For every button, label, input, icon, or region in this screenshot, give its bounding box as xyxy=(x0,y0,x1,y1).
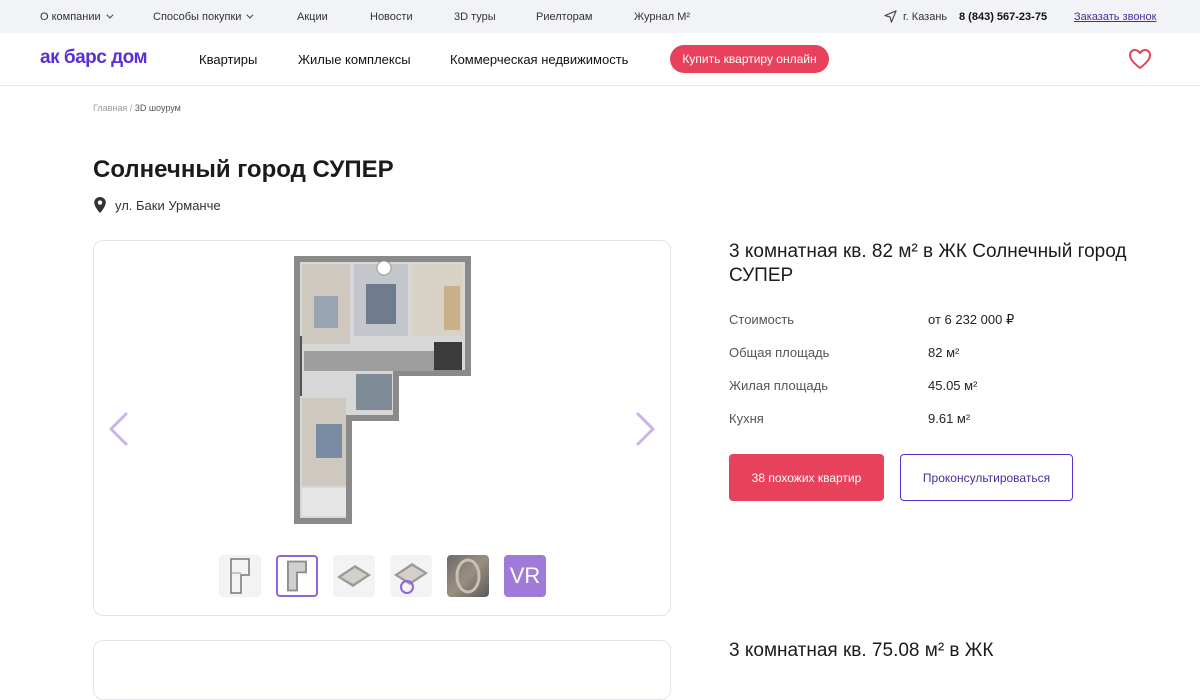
nav-apartments[interactable]: Квартиры xyxy=(199,33,257,86)
nav-commercial[interactable]: Коммерческая недвижимость xyxy=(450,33,628,86)
thumbnail-strip: VR xyxy=(219,555,546,597)
detail-value: 82 м² xyxy=(928,345,960,360)
topbar-item-realtors[interactable]: Риелторам xyxy=(536,0,592,33)
similar-apartments-button[interactable]: 38 похожих квартир xyxy=(729,454,884,501)
breadcrumb-home[interactable]: Главная xyxy=(93,103,127,113)
breadcrumb-separator: / xyxy=(129,103,133,113)
thumbnail-photo-interior[interactable] xyxy=(447,555,489,597)
topbar-item-label: О компании xyxy=(40,10,101,23)
topbar-item-label: Способы покупки xyxy=(153,10,242,23)
detail-value: 9.61 м² xyxy=(928,411,971,426)
breadcrumb-current: 3D шоурум xyxy=(134,103,181,113)
favorites-heart-icon[interactable] xyxy=(1128,48,1152,70)
address: ул. Баки Урманче xyxy=(93,196,221,214)
chevron-down-icon xyxy=(106,11,114,19)
thumbnail-vr[interactable]: VR xyxy=(504,555,546,597)
location-arrow-icon xyxy=(884,10,897,23)
thumbnail-view-3d-a[interactable] xyxy=(333,555,375,597)
topbar-item-label: 3D туры xyxy=(454,10,496,23)
topbar-item-news[interactable]: Новости xyxy=(370,0,413,33)
topbar-item-3d-tours[interactable]: 3D туры xyxy=(454,0,496,33)
city-label: г. Казань xyxy=(903,10,948,23)
thumbnail-plan-3d[interactable] xyxy=(276,555,318,597)
consult-button[interactable]: Проконсультироваться xyxy=(900,454,1073,501)
map-pin-icon xyxy=(94,197,106,213)
topbar-item-purchase-methods[interactable]: Способы покупки xyxy=(153,0,254,33)
breadcrumb: Главная / 3D шоурум xyxy=(93,103,181,113)
topbar-item-promotions[interactable]: Акции xyxy=(297,0,328,33)
topbar-item-label: Журнал М² xyxy=(634,10,691,23)
gallery-card-second xyxy=(93,640,671,700)
listing-title: 3 комнатная кв. 82 м² в ЖК Солнечный гор… xyxy=(729,241,1127,286)
site-logo[interactable]: ак барс дом xyxy=(40,47,148,69)
top-utility-bar: О компании Способы покупки Акции Новости… xyxy=(0,0,1200,33)
detail-value: от 6 232 000 ₽ xyxy=(928,312,1015,327)
callback-link[interactable]: Заказать звонок xyxy=(1074,0,1156,33)
detail-label: Общая площадь xyxy=(729,345,830,360)
next-arrow-icon[interactable] xyxy=(634,411,658,447)
topbar-item-company[interactable]: О компании xyxy=(40,0,114,33)
detail-label: Стоимость xyxy=(729,312,795,327)
thumbnail-view-3d-b[interactable] xyxy=(390,555,432,597)
topbar-item-label: Риелторам xyxy=(536,10,593,23)
chevron-down-icon xyxy=(246,11,254,19)
detail-value: 45.05 м² xyxy=(928,378,978,393)
thumbnail-plan-2d[interactable] xyxy=(219,555,261,597)
main-header: ак барс дом Квартиры Жилые комплексы Ком… xyxy=(0,33,1200,86)
topbar-item-journal[interactable]: Журнал М² xyxy=(634,0,690,33)
topbar-item-label: Акции xyxy=(297,10,328,23)
buy-online-button[interactable]: Купить квартиру онлайн xyxy=(670,45,829,73)
prev-arrow-icon[interactable] xyxy=(106,411,130,447)
phone-number[interactable]: 8 (843) 567-23-75 xyxy=(959,0,1047,33)
detail-label: Жилая площадь xyxy=(729,378,829,393)
address-text: ул. Баки Урманче xyxy=(115,197,221,213)
nav-residential-complexes[interactable]: Жилые комплексы xyxy=(298,33,411,86)
detail-label: Кухня xyxy=(729,411,764,426)
page-title: Солнечный город СУПЕР xyxy=(93,156,394,183)
gallery-card: VR xyxy=(93,240,671,616)
city-selector[interactable]: г. Казань xyxy=(884,0,947,33)
topbar-item-label: Новости xyxy=(370,10,413,23)
floor-plan-image[interactable] xyxy=(294,256,471,526)
